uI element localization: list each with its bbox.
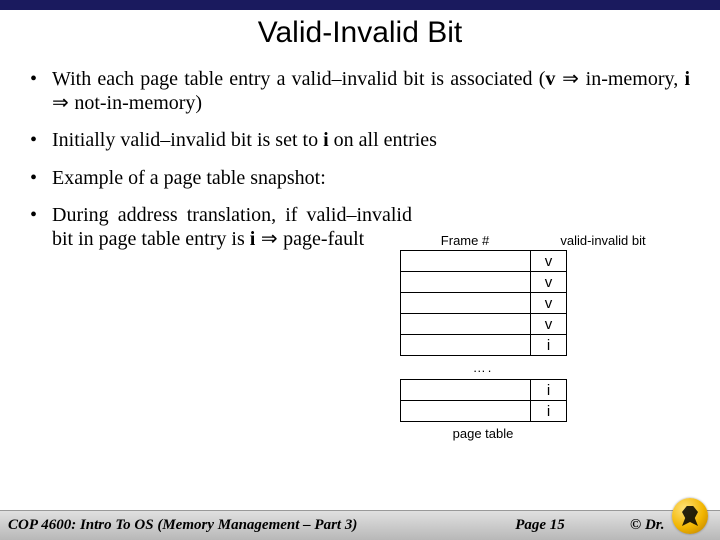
table-caption: page table [400,426,566,441]
bullet-2: • Initially valid–invalid bit is set to … [30,129,690,153]
header-frame: Frame # [400,233,530,248]
top-accent-bar [0,0,720,10]
cell-frame [401,293,531,314]
footer: COP 4600: Intro To OS (Memory Management… [0,510,720,540]
cell-frame [401,251,531,272]
implies-icon: ⇒ [555,68,585,90]
cell-frame [401,401,531,422]
cell-bit: i [531,401,567,422]
text: in-memory, [586,68,685,90]
cell-frame [401,380,531,401]
cell-frame [401,314,531,335]
table-row: v [401,293,567,314]
cell-bit: v [531,314,567,335]
table-row: v [401,314,567,335]
slide-title: Valid-Invalid Bit [0,16,720,50]
cell-bit: v [531,293,567,314]
page-table-bottom: i i [400,379,567,422]
bullet-text: With each page table entry a valid–inval… [52,68,690,115]
footer-left: COP 4600: Intro To OS (Memory Management… [0,517,480,534]
cell-bit: v [531,272,567,293]
text-i: i [684,68,690,90]
cell-frame [401,272,531,293]
page-table-top: v v v v i [400,250,567,356]
cell-frame [401,335,531,356]
bullet-text: During address translation, if valid–inv… [52,204,412,251]
bullet-1: • With each page table entry a valid–inv… [30,68,690,115]
page-table-diagram: Frame # valid-invalid bit v v v v i …. i… [400,233,700,441]
cell-bit: i [531,335,567,356]
header-valid: valid-invalid bit [538,233,668,248]
table-row: i [401,335,567,356]
table-row: v [401,272,567,293]
text: on all entries [329,129,437,151]
text: Initially valid–invalid bit is set to [52,129,323,151]
table-headers: Frame # valid-invalid bit [400,233,700,248]
table-row: i [401,401,567,422]
footer-page: Page 15 [480,517,600,534]
bullet-marker: • [30,129,52,153]
bullet-marker: • [30,167,52,191]
text-v: v [545,68,555,90]
bullet-marker: • [30,204,52,251]
cell-bit: i [531,380,567,401]
ucf-logo-icon [672,498,708,534]
cell-bit: v [531,251,567,272]
bullet-text: Example of a page table snapshot: [52,167,690,191]
slide-body: • With each page table entry a valid–inv… [0,50,720,252]
ellipsis: …. [400,356,566,379]
text: not-in-memory) [74,92,202,114]
bullet-3: • Example of a page table snapshot: [30,167,690,191]
bullet-marker: • [30,68,52,115]
table-row: i [401,380,567,401]
table-row: v [401,251,567,272]
text: page-fault [283,228,364,250]
bullet-text: Initially valid–invalid bit is set to i … [52,129,690,153]
implies-icon: ⇒ [255,228,283,250]
text: With each page table entry a valid–inval… [52,68,545,90]
implies-icon: ⇒ [52,92,74,114]
